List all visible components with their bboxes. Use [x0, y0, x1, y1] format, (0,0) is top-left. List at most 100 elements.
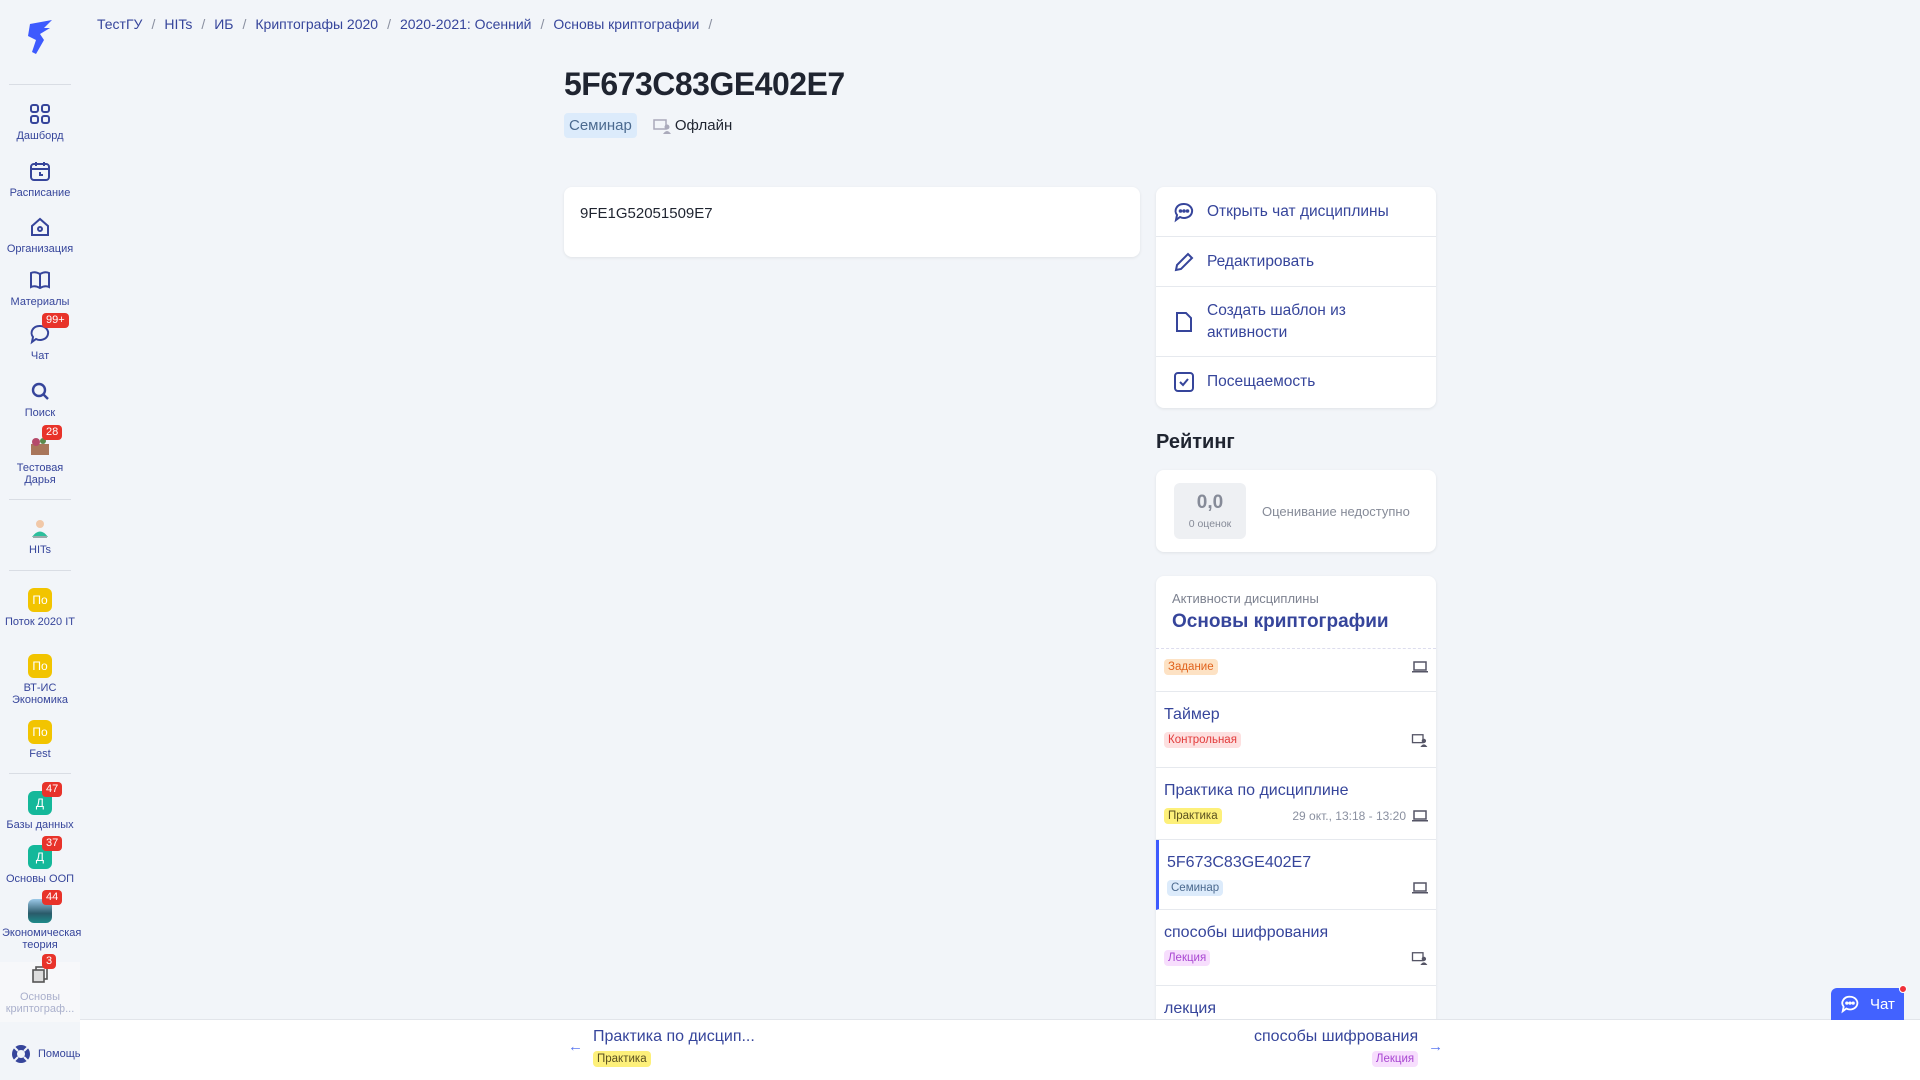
chat-icon: 99+	[27, 313, 69, 347]
prev-tag: Практика	[593, 1051, 651, 1067]
sidebar-item-label: HITs	[29, 544, 51, 556]
sidebar-item-databases[interactable]: Д 47 Базы данных	[0, 782, 80, 831]
chat-icon	[1841, 995, 1859, 1014]
actions-menu: Открыть чат дисциплины Редактировать Соз…	[1156, 187, 1436, 408]
sidebar-item-crypto-active[interactable]: 3 Основы криптограф...	[0, 954, 80, 1022]
sidebar-item-schedule[interactable]: Расписание	[0, 158, 80, 199]
book-icon	[27, 267, 53, 293]
lifebuoy-icon	[12, 1045, 30, 1063]
home-icon	[27, 214, 53, 240]
activity-item[interactable]: Практика по дисциплине Практика 29 окт.,…	[1156, 768, 1436, 840]
breadcrumb-item[interactable]: Основы криптографии	[553, 16, 699, 32]
activity-tag: Задание	[1164, 659, 1218, 675]
sidebar-item-fest[interactable]: По Fest	[0, 719, 80, 760]
sidebar-item-potok-2020[interactable]: По Поток 2020 IT	[0, 587, 80, 628]
help-label: Помощь	[38, 1048, 81, 1060]
activity-type-badge: Семинар	[564, 113, 637, 138]
calendar-icon	[27, 158, 53, 184]
laptop-icon	[1412, 661, 1428, 673]
activity-item[interactable]: способы шифрования Лекция	[1156, 910, 1436, 986]
chat-button-label: Чат	[1870, 995, 1895, 1013]
activity-tag: Практика	[1164, 808, 1222, 824]
unread-badge: 47	[42, 782, 63, 797]
activity-title: способы шифрования	[1164, 924, 1329, 941]
unread-badge: 3	[42, 954, 57, 969]
rating-score: 0,0	[1196, 492, 1224, 513]
sidebar-item-dashboard[interactable]: Дашборд	[0, 101, 80, 142]
breadcrumb-item[interactable]: ИБ	[214, 16, 233, 32]
logo-icon[interactable]	[22, 18, 58, 56]
action-label: Создать шаблон из активности	[1207, 301, 1346, 341]
sidebar-item-label: Экономическая теория	[2, 927, 82, 951]
sidebar-item-vt-is[interactable]: По ВТ-ИС Экономика	[0, 653, 80, 706]
offline-classroom-icon	[1411, 952, 1428, 965]
dashboard-icon	[27, 101, 53, 127]
action-label: Открыть чат дисциплины	[1207, 202, 1389, 220]
offline-classroom-icon	[653, 118, 671, 134]
action-label: Посещаемость	[1207, 373, 1316, 390]
breadcrumb-item[interactable]: 2020-2021: Осенний	[400, 16, 532, 32]
sidebar-item-label: Поток 2020 IT	[5, 616, 75, 628]
next-title: способы шифрования	[1254, 1028, 1419, 1045]
activity-content: 9FE1G52051509E7	[564, 187, 1140, 257]
unread-badge: 37	[42, 836, 63, 851]
chat-button[interactable]: Чат	[1831, 985, 1907, 1020]
rating-status: Оценивание недоступно	[1262, 503, 1410, 519]
sidebar-item-oop[interactable]: Д 37 Основы ООП	[0, 836, 80, 885]
sidebar-item-hits[interactable]: HITs	[0, 515, 80, 556]
chat-icon	[1172, 200, 1196, 224]
sidebar-item-organization[interactable]: Организация	[0, 214, 80, 255]
checkbox-icon	[1172, 370, 1196, 394]
activity-item[interactable]: Таймер Контрольная	[1156, 692, 1436, 768]
sidebar-item-label: Чат	[30, 350, 50, 362]
rating-card: 0,0 0 оценок Оценивание недоступно	[1156, 470, 1436, 552]
create-template-button[interactable]: Создать шаблон из активности	[1156, 287, 1436, 357]
pencil-icon	[1172, 250, 1196, 274]
group-avatar: По	[28, 720, 52, 744]
activity-title: лекция	[1164, 1000, 1216, 1017]
activity-item[interactable]: Задание	[1156, 649, 1436, 692]
next-activity-link[interactable]: способы шифрования Лекция →	[1254, 1028, 1443, 1067]
sidebar-item-label: Базы данных	[6, 819, 74, 831]
notification-dot	[1899, 985, 1907, 993]
activities-panel: Активности дисциплины Основы криптографи…	[1156, 576, 1436, 1080]
breadcrumb-item[interactable]: HITs	[164, 16, 192, 32]
activity-title: 5F673C83GE402E7	[1167, 854, 1312, 871]
breadcrumb-item[interactable]: ТестГУ	[97, 16, 142, 32]
arrow-left-icon: ←	[568, 1038, 583, 1055]
rating-score-box: 0,0 0 оценок	[1174, 483, 1246, 539]
breadcrumb: ТестГУ / HITs / ИБ / Криптографы 2020/ 2020…	[97, 16, 713, 32]
sidebar-item-search[interactable]: Поиск	[0, 378, 80, 419]
offline-classroom-icon	[1411, 734, 1428, 747]
sidebar-item-label: ВТ-ИС Экономика	[11, 682, 69, 706]
mode-indicator: Офлайн	[653, 117, 732, 134]
prev-activity-link[interactable]: ← Практика по дисцип... Практика	[568, 1028, 755, 1067]
activities-title[interactable]: Основы криптографии	[1172, 611, 1420, 633]
activity-time: 29 окт., 13:18 - 13:20	[1292, 809, 1406, 823]
activity-title: Практика по дисциплине	[1164, 782, 1349, 799]
sidebar-item-chat[interactable]: 99+ Чат	[0, 313, 80, 362]
attendance-button[interactable]: Посещаемость	[1156, 357, 1436, 407]
activity-title: Таймер	[1164, 706, 1220, 723]
unread-badge: 28	[42, 425, 63, 440]
sidebar-item-label: Дашборд	[16, 130, 64, 142]
page-title: 5F673C83GE402E7	[564, 66, 845, 102]
sidebar-item-materials[interactable]: Материалы	[0, 267, 80, 308]
prev-title: Практика по дисцип...	[593, 1028, 755, 1045]
open-chat-button[interactable]: Открыть чат дисциплины	[1156, 187, 1436, 237]
help-button[interactable]: Помощь	[10, 1043, 81, 1065]
sidebar-item-label: Организация	[6, 243, 74, 255]
sidebar-item-label: Тестовая Дарья	[16, 462, 64, 486]
edit-button[interactable]: Редактировать	[1156, 237, 1436, 287]
avatar: 28	[27, 425, 63, 459]
group-avatar: По	[28, 654, 52, 678]
group-avatar: По	[28, 588, 52, 612]
rating-count: 0 оценок	[1188, 518, 1232, 530]
activities-subtitle: Активности дисциплины	[1172, 591, 1319, 606]
breadcrumb-item[interactable]: Криптографы 2020	[255, 16, 378, 32]
sidebar-item-testovaya-darya[interactable]: 28 Тестовая Дарья	[0, 425, 80, 486]
document-icon	[1172, 310, 1196, 334]
activity-item-selected[interactable]: 5F673C83GE402E7 Семинар	[1156, 840, 1436, 910]
laptop-icon	[1412, 810, 1428, 822]
sidebar-item-economics[interactable]: 44 Экономическая теория	[0, 890, 82, 951]
